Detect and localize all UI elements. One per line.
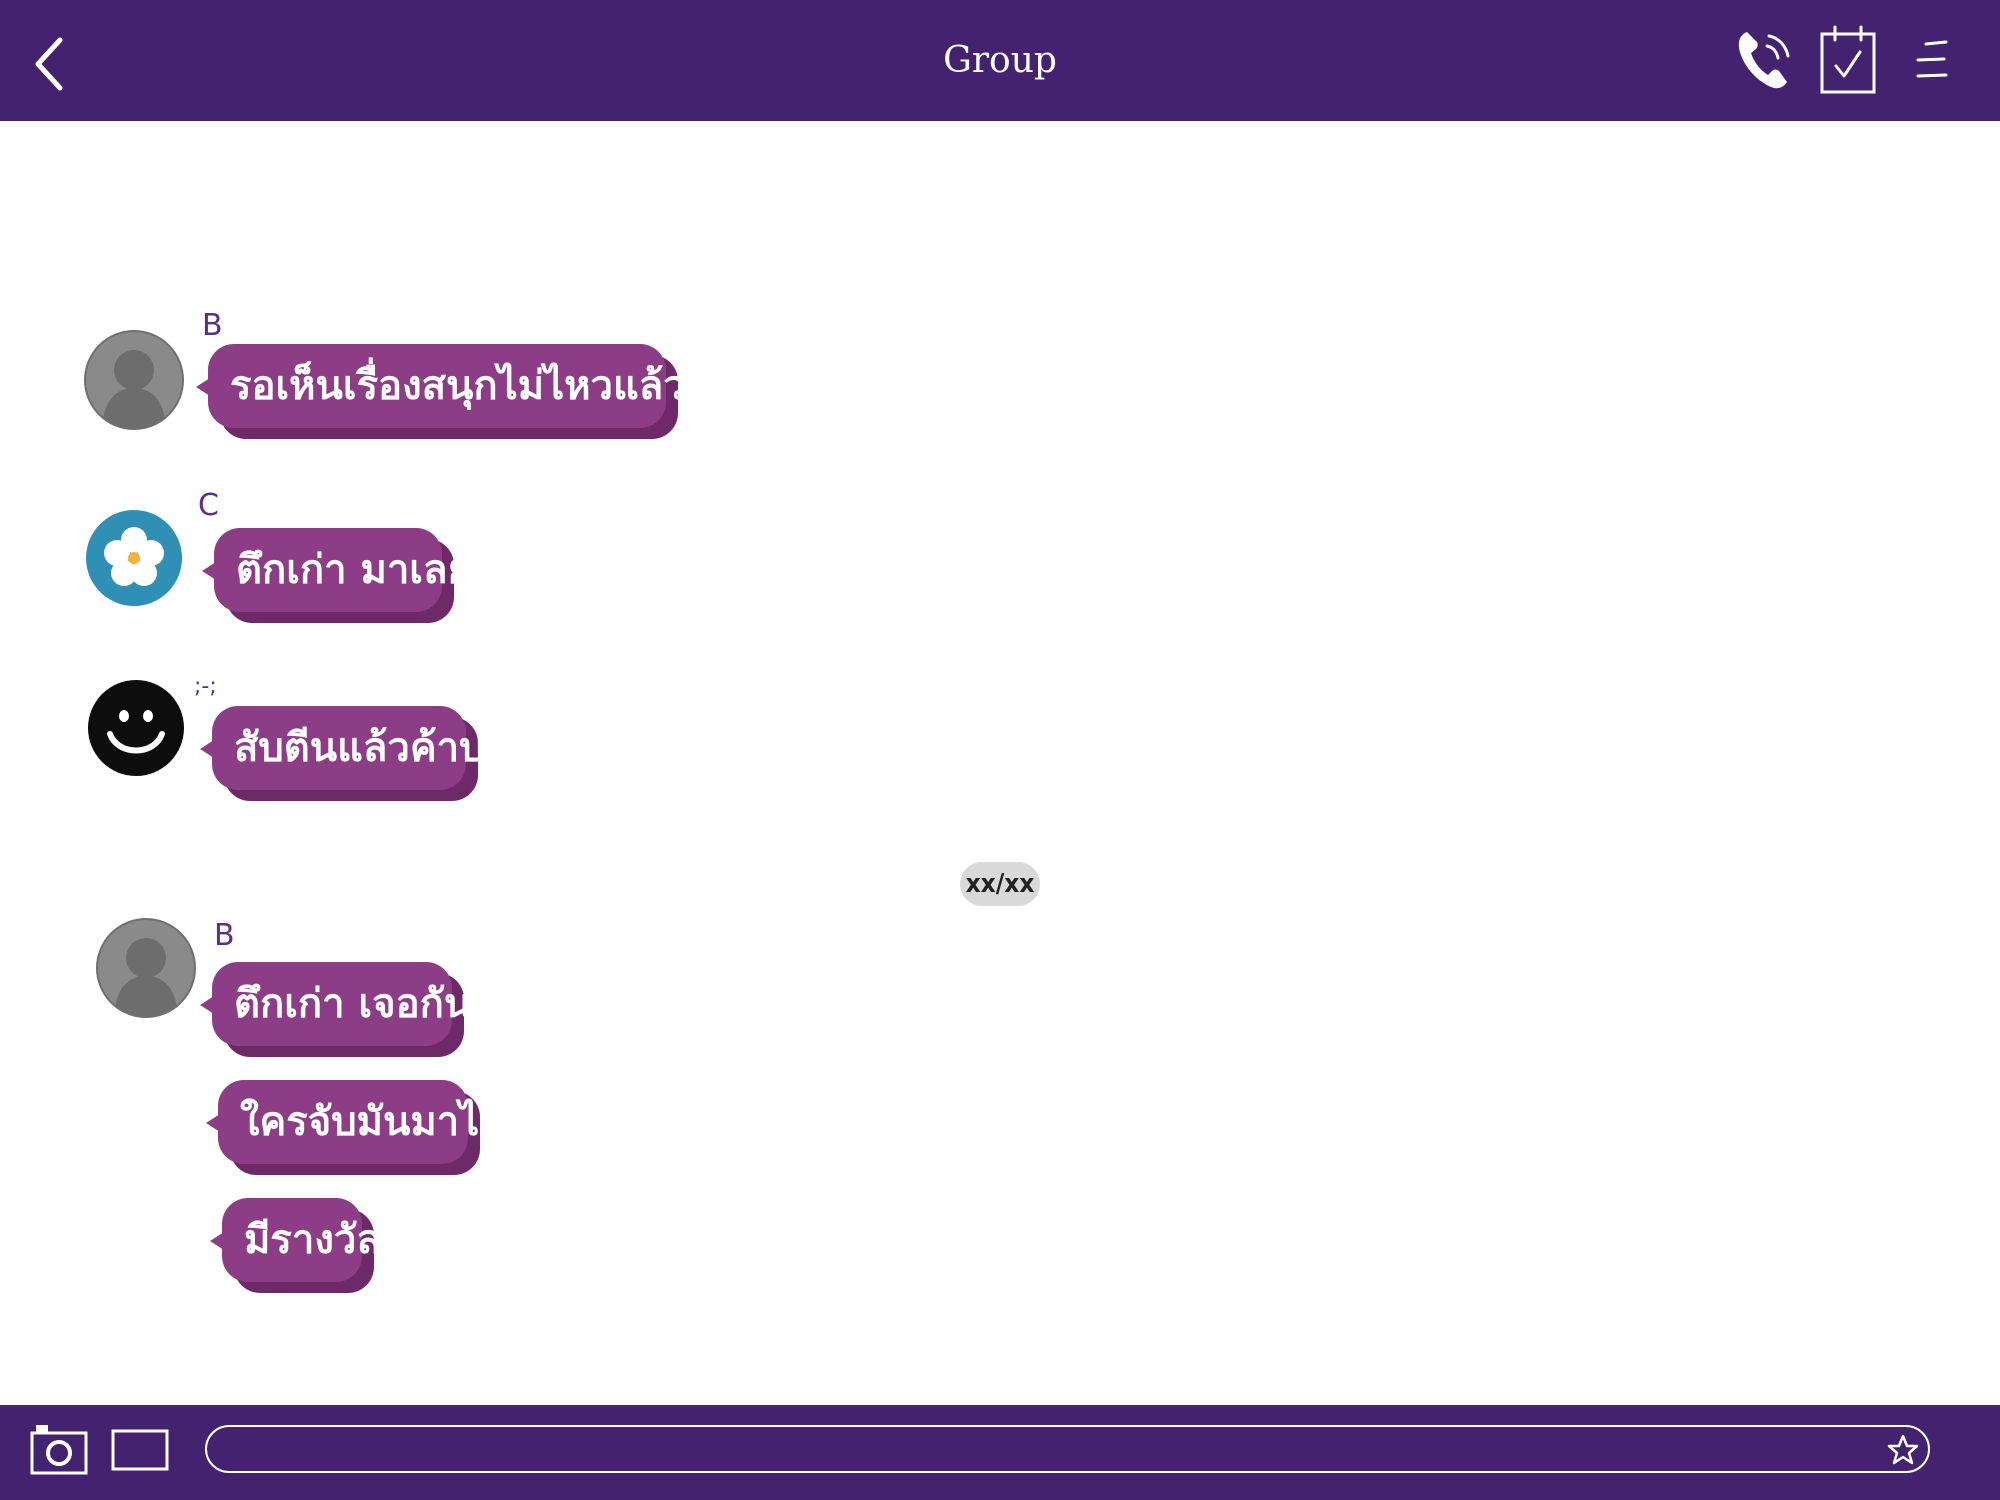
composer-bar <box>0 1405 2000 1500</box>
sticker-button[interactable] <box>1886 1433 1920 1467</box>
call-button[interactable] <box>1733 24 1793 94</box>
sender-name: B <box>214 918 235 953</box>
avatar-b[interactable] <box>96 918 196 1018</box>
default-person-avatar <box>114 938 178 1016</box>
chevron-left-icon <box>35 37 63 91</box>
avatar-c[interactable] <box>86 510 182 606</box>
message-input[interactable] <box>205 1425 1930 1473</box>
smiley-avatar <box>107 710 165 754</box>
top-bar: Group <box>0 0 2000 121</box>
image-icon <box>111 1429 169 1471</box>
chat-title: Group <box>943 40 1057 81</box>
menu-button[interactable] <box>1912 36 1952 84</box>
flower-avatar <box>104 527 164 586</box>
phone-icon <box>1738 32 1790 89</box>
star-icon <box>1887 1434 1919 1465</box>
sender-name: ;-; <box>194 674 217 699</box>
message-bubble[interactable]: ตึกเก่า เจอกัน <box>200 962 471 1046</box>
message-bubble[interactable]: มีรางวัล <box>210 1198 381 1282</box>
avatar-smiley[interactable] <box>88 680 184 776</box>
menu-icon <box>1916 40 1948 78</box>
message-bubble[interactable]: รอเห็นเรื่องสนุกไม่ไหวแล้วค่า <box>196 344 735 428</box>
sender-name: C <box>198 488 219 523</box>
date-divider: xx/xx <box>960 862 1040 906</box>
back-button[interactable] <box>20 22 90 102</box>
sender-name: B <box>202 308 223 343</box>
camera-button[interactable] <box>28 1419 90 1479</box>
message-bubble[interactable]: ใครจับมันมาได้ <box>206 1080 505 1164</box>
calendar-button[interactable] <box>1818 24 1880 96</box>
default-person-avatar <box>102 350 166 428</box>
calendar-check-icon <box>1820 25 1876 94</box>
message-bubble[interactable]: ตึกเก่า มาเลย <box>202 528 471 612</box>
message-bubble[interactable]: สับตีนแล้วค้าบ <box>200 706 485 790</box>
image-button[interactable] <box>110 1427 170 1473</box>
camera-icon <box>30 1425 88 1475</box>
avatar-b[interactable] <box>84 330 184 430</box>
